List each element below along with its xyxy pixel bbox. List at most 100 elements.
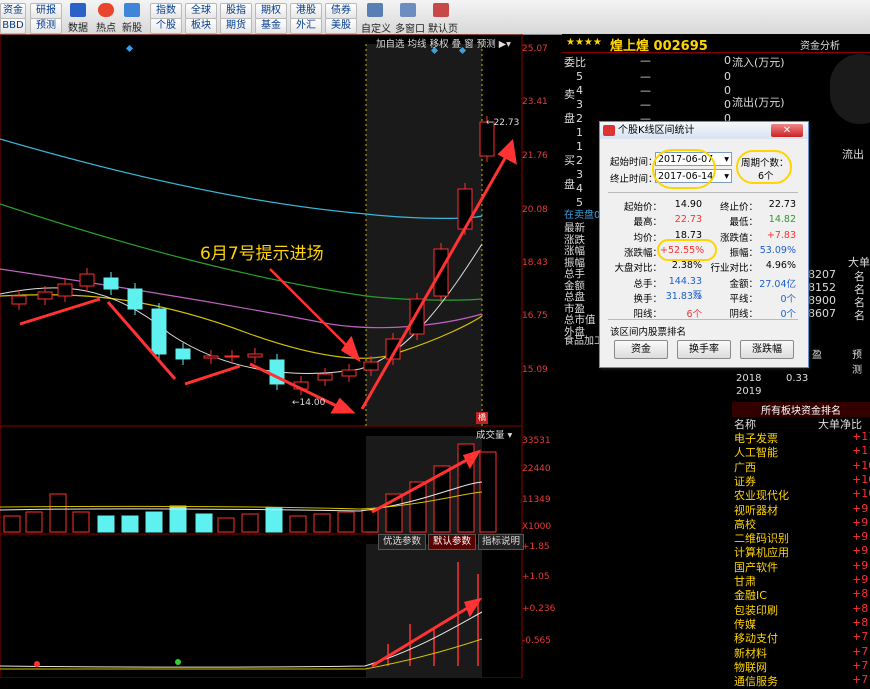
candle-body [57,283,73,297]
toolbar-btn-sector[interactable]: 板块 [185,18,217,34]
industry-label: 食品加工 [564,336,604,347]
stat-label: 金额： [729,278,758,290]
tab-window[interactable]: 窗 [464,39,474,50]
stat-label: 阳线： [633,309,662,321]
stat-label: 最低： [729,217,758,229]
sector-rank-value: +9 [852,558,869,572]
ind-tick: +1.85 [522,542,550,552]
stat-label: 阴线： [729,309,758,321]
custom-icon[interactable] [367,3,383,17]
hotspot-label: 热点 [96,23,116,34]
candle-body [175,348,191,360]
rank-by-change-button[interactable]: 涨跌幅 [740,340,794,359]
toolbar-btn-individual[interactable]: 个股 [150,18,182,34]
close-icon[interactable]: ✕ [771,124,803,137]
sector-rank-name[interactable]: 通信服务 [734,673,778,689]
toolbar-btn-options[interactable]: 期权 [255,3,287,19]
candle-body [363,361,379,371]
price-tick: 25.07 [522,44,548,54]
price-tick: 18.43 [522,258,548,268]
chart-tabs: 加自选 均线 移权 叠 窗 预测 ▶▾ [376,36,511,50]
home-icon[interactable] [433,3,449,17]
price-tick: 20.08 [522,205,548,215]
data-icon[interactable] [70,3,86,17]
top-toolbar: 资金 研报 BBD 预测 数据 热点 新股 指数 全球 股指 期权 港股 债券 … [0,0,870,35]
stat-value: +7.83 [766,229,796,241]
dialog-title: 个股K线区间统计 [618,125,695,136]
candle-body [247,353,263,358]
toolbar-btn-research[interactable]: 研报 [30,3,62,19]
toolbar-btn-us[interactable]: 美股 [325,18,357,34]
kline-range-stats-dialog[interactable]: 个股K线区间统计 ✕ 起始时间： 2017-06-07 ▾ 终止时间： 2017-… [599,121,809,368]
tab-predict[interactable]: 预测 [852,346,870,376]
stat-label: 平线： [729,293,758,305]
candle-body [457,188,473,230]
kline-chart-area[interactable]: 加自选 均线 移权 叠 窗 预测 ▶▾ 6月7号提示进场 ←14.00 ←22.… [0,34,562,678]
stat-value: 4.96% [765,260,796,272]
candle-body [37,291,53,300]
rank-by-fund-button[interactable]: 资金 [614,340,668,359]
arrow-1 [19,297,101,326]
toolbar-btn-bbd[interactable]: BBD [0,18,26,34]
toolbar-btn-funds[interactable]: 资金 [0,3,26,19]
tab-ma[interactable]: 均线 [408,39,427,50]
hotspot-icon[interactable] [98,3,114,17]
tab-menu-icon[interactable]: ▶▾ [499,39,511,50]
default-page-label: 默认页 [428,24,458,35]
volume-bar [195,513,213,533]
stat-value: 14.82 [768,214,796,226]
rank-title: 所有板块资金排名 [732,402,870,417]
ind-tick: +1.05 [522,572,550,582]
volume-bar [145,511,163,533]
price-tick: 16.75 [522,311,548,321]
volume-bar [3,515,21,533]
volume-bar [49,493,67,533]
sector-rank-value: +11 [852,430,870,443]
tab-default-params[interactable]: 默认参数 [428,534,476,550]
stat-label: 大盘对比： [614,263,662,275]
tab-add-watchlist[interactable]: 加自选 [376,39,405,50]
sell-price: — [640,70,651,83]
stat-value: 53.09% [759,244,796,256]
tab-indicator-help[interactable]: 指标说明 [478,534,524,550]
price-tick: 23.41 [522,97,548,107]
rank-by-turnover-button[interactable]: 换手率 [677,340,731,359]
tab-forecast[interactable]: 预测 [477,39,496,50]
tab-fund-analysis[interactable]: 资金分析 [800,37,840,52]
volume-bar [72,511,90,533]
vol-tick: 33531 [522,436,551,446]
ind-dot-green [175,659,181,665]
toolbar-btn-stock-index[interactable]: 股指 [220,3,252,19]
low-price-label: ←14.00 [292,398,326,408]
sector-rank-number: 8152 [808,281,836,294]
toolbar-btn-forex[interactable]: 外汇 [290,18,322,34]
tab-optimal-params[interactable]: 优选参数 [378,534,426,550]
stat-label: 振幅： [729,247,758,259]
tab-adjust[interactable]: 移权 [430,39,449,50]
toolbar-btn-futures[interactable]: 期货 [220,18,252,34]
toolbar-btn-fund[interactable]: 基金 [255,18,287,34]
stat-label: 行业对比： [710,263,758,275]
tab-overlay[interactable]: 叠 [452,39,462,50]
toolbar-btn-bonds[interactable]: 债券 [325,3,357,19]
new-stock-icon[interactable] [124,3,140,17]
sell-level: 3 [576,98,583,111]
end-time-label: 终止时间： [610,174,658,185]
toolbar-btn-hk[interactable]: 港股 [290,3,322,19]
buy-side-label-1: 买 [564,154,575,167]
candle-body [341,369,357,377]
stat-value: 14.90 [674,199,702,210]
stat-value: 0个 [780,293,796,305]
sell-level: 1 [576,126,583,139]
toolbar-btn-forecast[interactable]: 预测 [30,18,62,34]
multi-window-icon[interactable] [400,3,416,17]
stat-value: 18.73 [674,229,702,241]
sector-rank-value: +8 [852,587,869,601]
toolbar-btn-index[interactable]: 指数 [150,3,182,19]
volume-label[interactable]: 成交量 ▾ [476,427,512,441]
chevron-down-icon: ▾ [724,154,729,165]
dialog-divider [608,192,798,193]
candle-body [79,273,95,287]
tab-profit[interactable]: 盈 [812,346,822,361]
toolbar-btn-global[interactable]: 全球 [185,3,217,19]
